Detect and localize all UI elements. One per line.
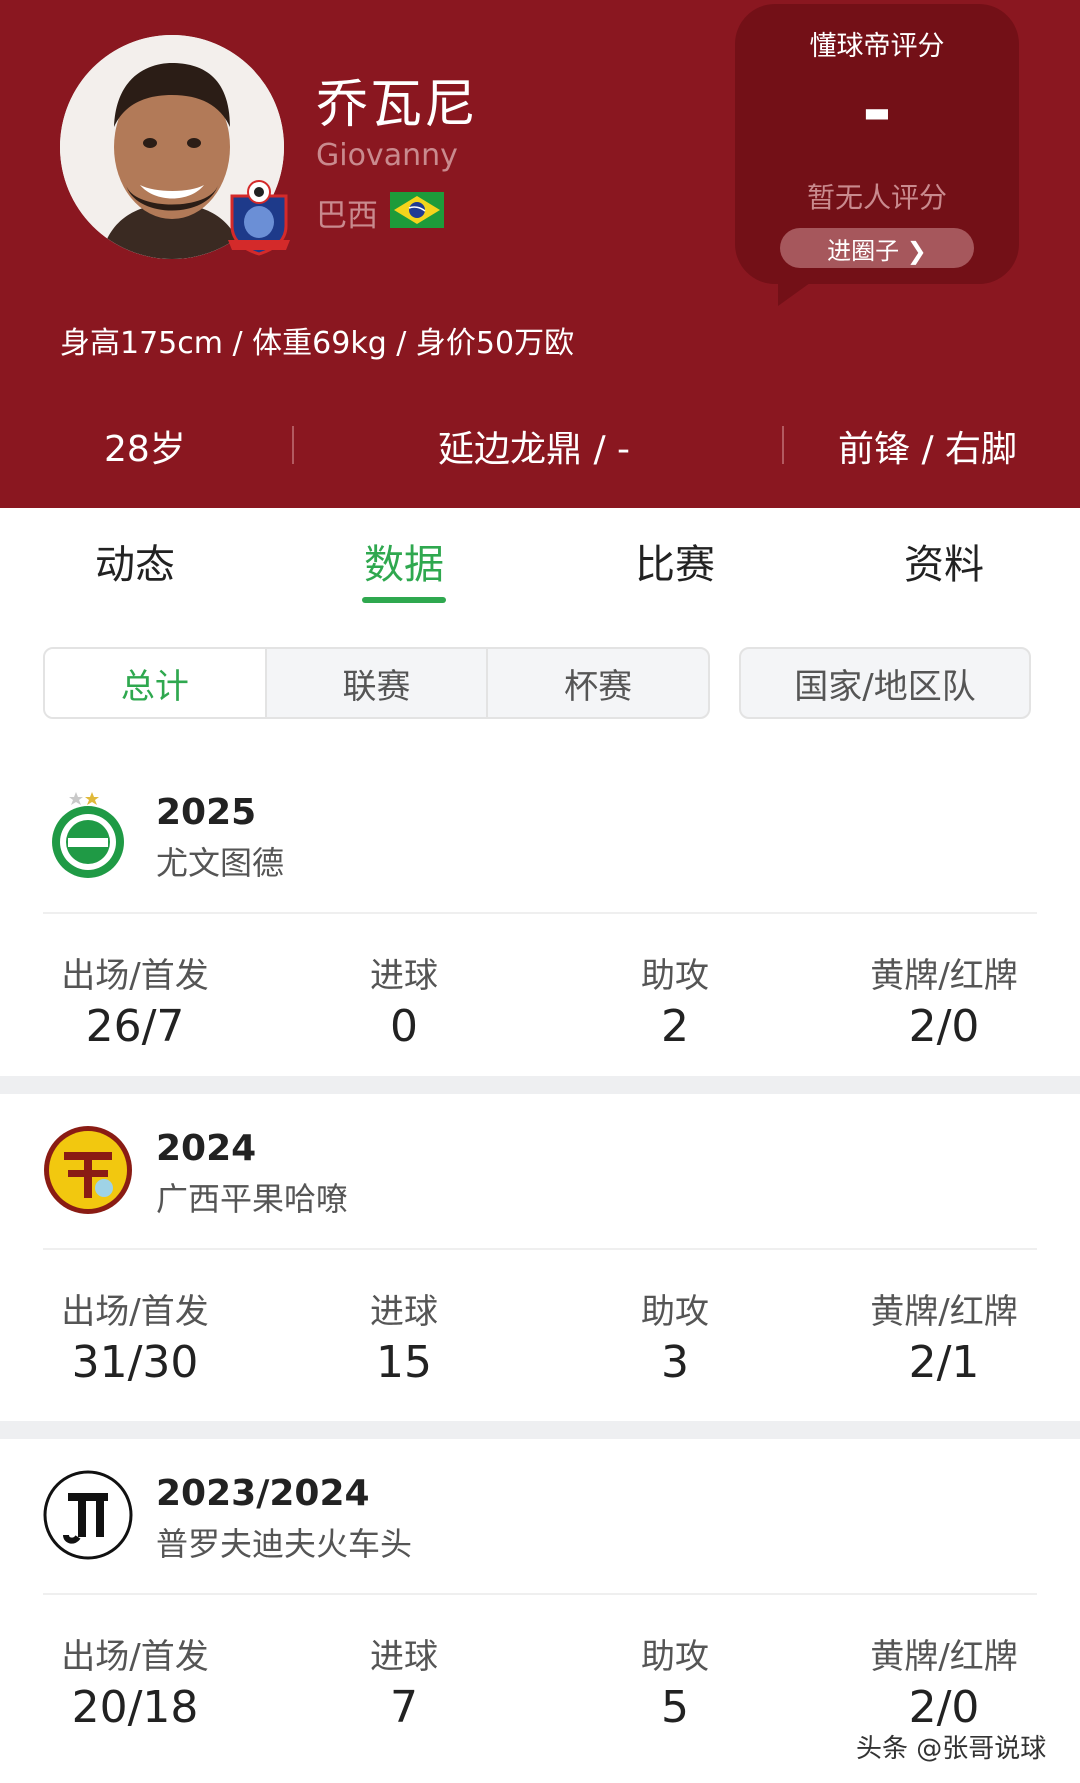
stat-label: 进球 xyxy=(370,956,438,996)
stat-value: 3 xyxy=(661,1337,689,1388)
stat-label: 黄牌/红牌 xyxy=(870,956,1018,996)
player-age: 28岁 xyxy=(104,429,186,470)
stat-apps: 出场/首发 26/7 xyxy=(25,948,245,1052)
stat-assists: 助攻 2 xyxy=(565,948,785,1052)
tab-profile[interactable]: 资料 xyxy=(844,532,1044,590)
player-meta-row: 28岁 延边龙鼎 / - 前锋 / 右脚 xyxy=(0,420,1080,470)
stat-goals: 进球 7 xyxy=(294,1629,514,1733)
player-tabs: 动态 数据 比赛 资料 xyxy=(0,508,1080,612)
stat-value: 2 xyxy=(661,1001,689,1052)
filter-league[interactable]: 联赛 xyxy=(267,649,489,717)
season-club: 广西平果哈嘹 xyxy=(156,1180,349,1218)
season-year: 2025 xyxy=(156,792,257,833)
stat-value: 15 xyxy=(376,1337,432,1388)
rating-title: 懂球帝评分 xyxy=(809,31,945,62)
juventude-badge-icon xyxy=(42,788,134,880)
section-gap xyxy=(0,1076,1080,1094)
stat-value: 7 xyxy=(390,1682,418,1733)
tab-news[interactable]: 动态 xyxy=(35,532,235,590)
season-club: 尤文图德 xyxy=(156,844,285,882)
season-card[interactable]: 2025 尤文图德 出场/首发 26/7 进球 0 助攻 2 黄牌/红牌 2/0 xyxy=(0,758,1080,1076)
stat-value: 2/0 xyxy=(908,1682,980,1733)
player-name-english: Giovanny xyxy=(316,138,458,173)
stat-label: 进球 xyxy=(370,1292,438,1332)
tab-stats[interactable]: 数据 xyxy=(304,532,504,590)
rating-card-tail xyxy=(778,270,828,306)
stat-value: 5 xyxy=(661,1682,689,1733)
season-card[interactable]: 2024 广西平果哈嘹 出场/首发 31/30 进球 15 助攻 3 黄牌/红牌… xyxy=(0,1094,1080,1412)
stat-value: 2/0 xyxy=(908,1001,980,1052)
club-badge-icon xyxy=(226,180,292,256)
stat-label: 出场/首发 xyxy=(61,956,209,996)
stat-label: 助攻 xyxy=(641,1292,709,1332)
stat-assists: 助攻 3 xyxy=(565,1284,785,1388)
filter-cup[interactable]: 杯赛 xyxy=(488,649,708,717)
stat-label: 助攻 xyxy=(641,956,709,996)
watermark: 头条 @张哥说球 xyxy=(856,1734,1047,1764)
stat-cards: 黄牌/红牌 2/1 xyxy=(834,1284,1054,1388)
stat-label: 出场/首发 xyxy=(61,1637,209,1677)
divider xyxy=(43,1593,1037,1595)
player-club[interactable]: 延边龙鼎 / - xyxy=(438,420,630,472)
stat-cards: 黄牌/红牌 2/0 xyxy=(834,1629,1054,1733)
player-nationality: 巴西 xyxy=(316,198,378,234)
season-year: 2023/2024 xyxy=(156,1473,370,1514)
player-header: 乔瓦尼 Giovanny 巴西 身高175cm / 体重69kg / 身价50万… xyxy=(0,0,1080,508)
stat-goals: 进球 15 xyxy=(294,1284,514,1388)
competition-filter: 总计 联赛 杯赛 xyxy=(43,647,710,719)
filter-national-team[interactable]: 国家/地区队 xyxy=(739,647,1031,719)
guangxi-pingguo-haliao-badge-icon xyxy=(42,1124,134,1216)
stat-value: 2/1 xyxy=(908,1337,980,1388)
meta-divider xyxy=(292,426,294,464)
stat-label: 进球 xyxy=(370,1637,438,1677)
player-body-info: 身高175cm / 体重69kg / 身价50万欧 xyxy=(60,326,575,361)
lokomotiv-plovdiv-badge-icon xyxy=(42,1469,134,1561)
rating-value: - xyxy=(862,68,892,152)
stat-label: 出场/首发 xyxy=(61,1292,209,1332)
season-club: 普罗夫迪夫火车头 xyxy=(156,1525,413,1563)
stat-value: 31/30 xyxy=(71,1337,199,1388)
stat-value: 20/18 xyxy=(71,1682,199,1733)
active-tab-indicator xyxy=(362,597,446,603)
filter-total[interactable]: 总计 xyxy=(45,649,267,717)
section-gap xyxy=(0,1421,1080,1439)
season-year: 2024 xyxy=(156,1128,257,1169)
stat-goals: 进球 0 xyxy=(294,948,514,1052)
meta-divider xyxy=(782,426,784,464)
brazil-flag-icon xyxy=(390,192,444,228)
player-position: 前锋 / 右脚 xyxy=(838,429,1018,470)
player-name: 乔瓦尼 xyxy=(316,75,479,135)
stat-label: 助攻 xyxy=(641,1637,709,1677)
stat-value: 0 xyxy=(390,1001,418,1052)
join-circle-button[interactable]: 进圈子 ❯ xyxy=(780,228,974,268)
stat-cards: 黄牌/红牌 2/0 xyxy=(834,948,1054,1052)
stat-apps: 出场/首发 31/30 xyxy=(25,1284,245,1388)
rating-card: 懂球帝评分 - 暂无人评分 进圈子 ❯ xyxy=(735,4,1019,284)
stat-label: 黄牌/红牌 xyxy=(870,1292,1018,1332)
rating-subtitle: 暂无人评分 xyxy=(806,181,947,214)
stat-apps: 出场/首发 20/18 xyxy=(25,1629,245,1733)
stat-assists: 助攻 5 xyxy=(565,1629,785,1733)
stat-value: 26/7 xyxy=(85,1001,185,1052)
divider xyxy=(43,1248,1037,1250)
season-card[interactable]: 2023/2024 普罗夫迪夫火车头 出场/首发 20/18 进球 7 助攻 5… xyxy=(0,1439,1080,1757)
stat-label: 黄牌/红牌 xyxy=(870,1637,1018,1677)
divider xyxy=(43,912,1037,914)
tab-matches[interactable]: 比赛 xyxy=(575,532,775,590)
